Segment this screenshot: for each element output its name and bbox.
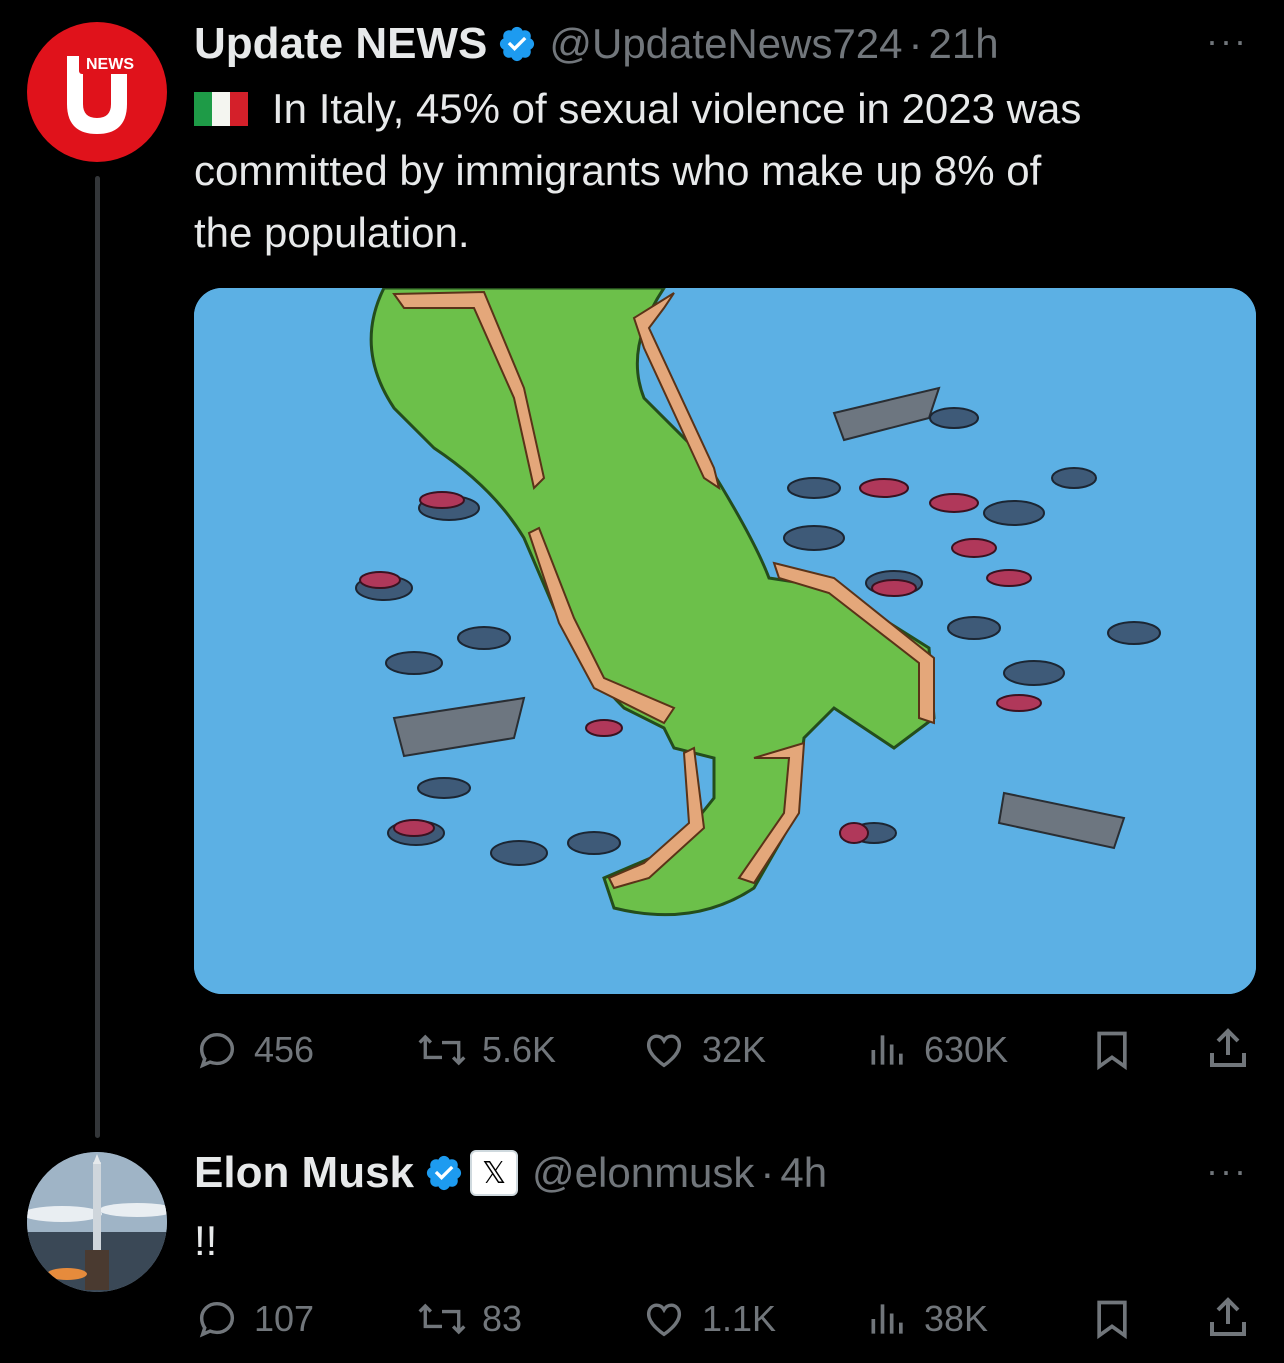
like-heart-icon — [646, 1303, 682, 1337]
like-count: 1.1K — [702, 1298, 777, 1339]
like-button[interactable]: 1.1K — [640, 1296, 776, 1342]
reply-icon — [199, 1301, 235, 1338]
repost-count: 5.6K — [482, 1029, 557, 1070]
like-button[interactable]: 32K — [640, 1027, 766, 1073]
author-handle[interactable]: @elonmusk — [532, 1149, 754, 1197]
author-name[interactable]: Update NEWS — [194, 19, 487, 69]
reply-icon — [199, 1032, 235, 1069]
views-count: 38K — [924, 1298, 989, 1339]
separator-dot: · — [760, 1149, 775, 1196]
tweet-text-line: the population. — [194, 209, 470, 256]
reply-button[interactable]: 456 — [194, 1027, 314, 1073]
tweet2-header: Elon Musk 𝕏 @elonmusk · 4h — [194, 1143, 827, 1203]
separator-dot: · — [908, 20, 923, 67]
verified-badge-icon — [497, 24, 537, 64]
views-button[interactable]: 630K — [866, 1027, 1008, 1073]
update-news-avatar[interactable]: NEWS — [27, 22, 167, 162]
reply-button[interactable]: 107 — [194, 1296, 314, 1342]
tweet-time[interactable]: 21h — [929, 20, 999, 68]
elon-musk-avatar[interactable] — [27, 1152, 167, 1292]
tweet-text-line: committed by immigrants who make up 8% o… — [194, 147, 1042, 194]
starship-photo-icon — [27, 1152, 167, 1292]
views-chart-icon — [871, 1304, 903, 1334]
bookmark-button[interactable] — [1090, 1296, 1134, 1347]
views-button[interactable]: 38K — [866, 1296, 988, 1342]
repost-button[interactable]: 83 — [416, 1296, 522, 1342]
bookmark-button[interactable] — [1090, 1027, 1134, 1078]
reply-count: 107 — [254, 1298, 315, 1339]
italy-boats-cartoon — [194, 288, 1256, 994]
share-button[interactable] — [1204, 1294, 1252, 1347]
views-chart-icon — [871, 1035, 903, 1065]
author-handle[interactable]: @UpdateNews724 — [549, 20, 902, 68]
tweet-media-image[interactable] — [194, 288, 1256, 994]
share-button[interactable] — [1204, 1025, 1252, 1078]
like-count: 32K — [702, 1029, 767, 1070]
bookmark-icon — [1097, 1031, 1127, 1071]
repost-count: 83 — [482, 1298, 523, 1339]
bookmark-icon — [1097, 1300, 1127, 1340]
x-logo-glyph: 𝕏 — [481, 1155, 507, 1191]
tweet2-text: !! — [194, 1217, 218, 1264]
x-affiliate-badge-icon[interactable]: 𝕏 — [470, 1150, 519, 1196]
views-count: 630K — [924, 1029, 1009, 1070]
tweet-time[interactable]: 4h — [780, 1149, 827, 1197]
author-name[interactable]: Elon Musk — [194, 1148, 414, 1198]
repost-icon — [418, 1034, 466, 1066]
verified-badge-icon — [424, 1153, 464, 1193]
italy-flag-icon — [194, 92, 248, 126]
share-icon — [1210, 1297, 1246, 1336]
tweet-text-line: In Italy, 45% of sexual violence in 2023… — [272, 85, 1082, 132]
repost-icon — [418, 1303, 466, 1335]
reply-count: 456 — [254, 1029, 315, 1070]
share-icon — [1210, 1028, 1246, 1067]
more-options-icon[interactable]: ··· — [1206, 20, 1248, 62]
news-logo-icon: NEWS — [67, 52, 141, 134]
tweet1-header: Update NEWS @UpdateNews724 · 21h — [194, 14, 999, 74]
thread-connector — [95, 176, 100, 1138]
more-options-icon[interactable]: ··· — [1206, 1150, 1248, 1192]
news-logo-text: NEWS — [86, 56, 134, 73]
like-heart-icon — [646, 1034, 682, 1068]
tweet1-text: In Italy, 45% of sexual violence in 2023… — [194, 78, 1264, 264]
repost-button[interactable]: 5.6K — [416, 1027, 556, 1073]
